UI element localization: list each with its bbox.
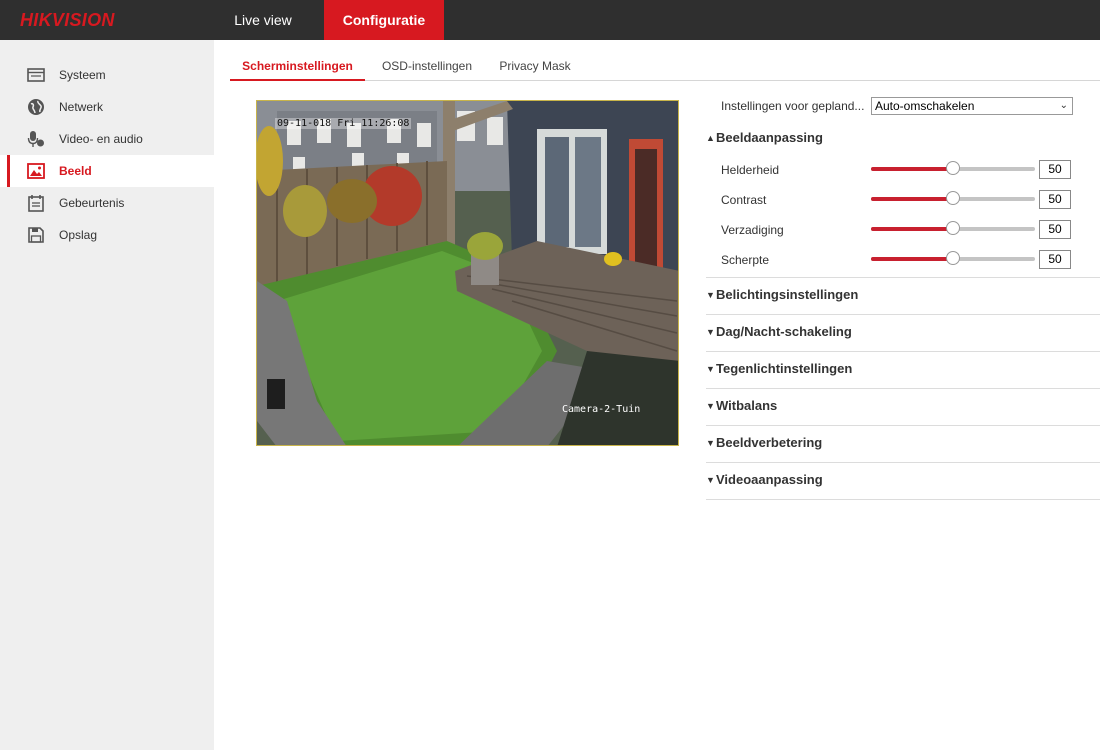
slider-handle[interactable]: [946, 161, 960, 175]
schedule-label: Instellingen voor gepland...: [721, 99, 865, 113]
slider-fill: [871, 227, 953, 231]
slider-fill: [871, 167, 953, 171]
tab-privacy-mask[interactable]: Privacy Mask: [492, 52, 578, 80]
hikvision-logo: HIKVISION: [20, 10, 115, 30]
osd-camera-name: Camera-2-Tuin: [562, 404, 641, 415]
chevron-down-icon: ▼: [706, 401, 715, 411]
contrast-slider[interactable]: [871, 191, 1035, 205]
schedule-select[interactable]: Auto-omschakelen ⌄: [871, 97, 1073, 115]
sidebar-item-label: Systeem: [59, 68, 106, 82]
section-dag-nacht-schakeling[interactable]: ▼Dag/Nacht-schakeling: [706, 324, 852, 339]
section-title: Beeldaanpassing: [716, 130, 823, 145]
sidebar-item-gebeurtenis[interactable]: Gebeurtenis: [0, 187, 214, 219]
divider: [706, 462, 1100, 463]
slider-label-scherpte: Scherpte: [721, 253, 770, 267]
slider-handle[interactable]: [946, 251, 960, 265]
chevron-down-icon: ▼: [706, 438, 715, 448]
section-title: Tegenlichtinstellingen: [716, 361, 853, 376]
tab-scherminstellingen[interactable]: Scherminstellingen: [230, 52, 365, 81]
section-videoaanpassing[interactable]: ▼Videoaanpassing: [706, 472, 823, 487]
chevron-down-icon: ▼: [706, 364, 715, 374]
verzadiging-value-input[interactable]: 50: [1039, 220, 1071, 239]
sidebar-item-netwerk[interactable]: Netwerk: [0, 91, 214, 123]
sidebar: Systeem Netwerk Video- en audio Beeld Ge…: [0, 40, 214, 750]
sidebar-item-beeld[interactable]: Beeld: [0, 155, 214, 187]
slider-handle[interactable]: [946, 191, 960, 205]
storage-icon: [28, 227, 44, 243]
calendar-icon: [28, 195, 44, 212]
schedule-select-value: Auto-omschakelen: [875, 99, 975, 113]
tab-live-view[interactable]: Live view: [218, 0, 308, 40]
divider: [706, 499, 1100, 500]
tab-configuration[interactable]: Configuratie: [324, 0, 444, 40]
helderheid-slider[interactable]: [871, 161, 1035, 175]
sub-tabs: Scherminstellingen OSD-instellingen Priv…: [230, 52, 1100, 81]
contrast-value-input[interactable]: 50: [1039, 190, 1071, 209]
divider: [706, 351, 1100, 352]
section-title: Witbalans: [716, 398, 778, 413]
section-title: Dag/Nacht-schakeling: [716, 324, 852, 339]
section-beeldaanpassing[interactable]: ▲Beeldaanpassing: [706, 130, 823, 145]
scherpte-value-input[interactable]: 50: [1039, 250, 1071, 269]
slider-handle[interactable]: [946, 221, 960, 235]
chevron-down-icon: ▼: [706, 290, 715, 300]
osd-timestamp: 09-11-018 Fri 11:26:08: [275, 118, 412, 129]
sidebar-item-label: Opslag: [59, 228, 98, 242]
section-beeldverbetering[interactable]: ▼Beeldverbetering: [706, 435, 822, 450]
section-witbalans[interactable]: ▼Witbalans: [706, 398, 777, 413]
divider: [706, 388, 1100, 389]
chevron-up-icon: ▲: [706, 133, 715, 143]
top-navigation-bar: HIKVISION Live view Configuratie: [0, 0, 1100, 40]
globe-icon: [28, 99, 44, 115]
sidebar-item-label: Video- en audio: [59, 132, 143, 146]
slider-fill: [871, 257, 953, 261]
slider-label-helderheid: Helderheid: [721, 163, 780, 177]
section-tegenlichtinstellingen[interactable]: ▼Tegenlichtinstellingen: [706, 361, 852, 376]
scherpte-slider[interactable]: [871, 251, 1035, 265]
divider: [706, 277, 1100, 278]
section-title: Belichtingsinstellingen: [716, 287, 859, 302]
divider: [706, 425, 1100, 426]
divider: [706, 314, 1100, 315]
sidebar-item-opslag[interactable]: Opslag: [0, 219, 214, 251]
sidebar-item-systeem[interactable]: Systeem: [0, 59, 214, 91]
sidebar-item-label: Beeld: [59, 164, 92, 178]
chevron-down-icon: ▼: [706, 475, 715, 485]
image-icon: [27, 163, 45, 179]
slider-label-verzadiging: Verzadiging: [721, 223, 784, 237]
helderheid-value-input[interactable]: 50: [1039, 160, 1071, 179]
chevron-down-icon: ⌄: [1059, 100, 1068, 111]
slider-fill: [871, 197, 953, 201]
video-preview[interactable]: 09-11-018 Fri 11:26:08 Camera-2-Tuin: [256, 100, 679, 446]
chevron-down-icon: ▼: [706, 327, 715, 337]
microphone-icon: [27, 131, 44, 147]
sidebar-item-label: Gebeurtenis: [59, 196, 125, 210]
verzadiging-slider[interactable]: [871, 221, 1035, 235]
sidebar-item-video-audio[interactable]: Video- en audio: [0, 123, 214, 155]
tab-osd-instellingen[interactable]: OSD-instellingen: [372, 52, 482, 80]
monitor-icon: [27, 68, 45, 82]
section-title: Videoaanpassing: [716, 472, 823, 487]
slider-label-contrast: Contrast: [721, 193, 767, 207]
camera-image: [257, 101, 678, 445]
sidebar-item-label: Netwerk: [59, 100, 104, 114]
section-belichtingsinstellingen[interactable]: ▼Belichtingsinstellingen: [706, 287, 858, 302]
section-title: Beeldverbetering: [716, 435, 823, 450]
